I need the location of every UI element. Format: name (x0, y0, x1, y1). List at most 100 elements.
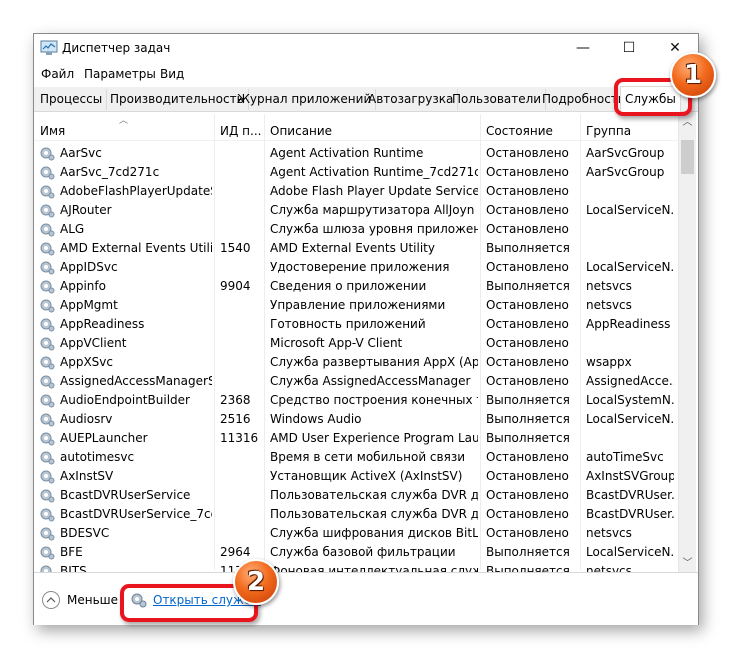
cell-group: netsvcs (586, 279, 632, 293)
maximize-icon: ☐ (622, 40, 636, 56)
cell-group: netsvcs (586, 298, 632, 312)
cell-group: LocalServiceN... (586, 260, 674, 274)
cell-group: autoTimeSvc (586, 450, 664, 464)
cell-name: BFE (60, 545, 83, 559)
tab-processes[interactable]: Процессы (36, 89, 108, 110)
maximize-button[interactable]: ☐ (606, 34, 652, 62)
cell-status: Остановлено (486, 146, 569, 160)
menu-options[interactable]: Параметры (84, 67, 156, 81)
table-row[interactable]: BcastDVRUserService_7cd2... Пользовательс… (34, 505, 678, 524)
cell-description: Служба базовой фильтрации (270, 545, 456, 559)
cell-description: Готовность приложений (270, 317, 426, 331)
cell-name: AxInstSV (60, 469, 114, 483)
table-row[interactable]: AarSvc_7cd271c Agent Activation Runtime_7… (34, 163, 678, 182)
table-row[interactable]: AxInstSV Установщик ActiveX (AxInstSV) Ост… (34, 467, 678, 486)
close-icon: ✕ (669, 40, 681, 56)
table-row[interactable]: AppVClient Microsoft App-V Client Остановл… (34, 334, 678, 353)
service-gear-icon (40, 337, 55, 351)
cell-status: Остановлено (486, 260, 569, 274)
cell-description: Пользовательская служба DVR для... (270, 488, 478, 502)
vertical-scrollbar[interactable]: ︿ ﹀ (678, 112, 696, 572)
column-header-group[interactable]: Группа (586, 124, 631, 138)
cell-description: AMD User Experience Program Laun... (270, 431, 478, 445)
service-gear-icon (40, 546, 55, 560)
service-gear-icon (40, 451, 55, 465)
cell-status: Остановлено (486, 222, 569, 236)
column-header-pid[interactable]: ИД п... (220, 124, 261, 138)
table-row[interactable]: AMD External Events Utility 1540 AMD Exter… (34, 239, 678, 258)
cell-group: AppReadiness (586, 317, 671, 331)
service-gear-icon (40, 147, 55, 161)
table-row[interactable]: AJRouter Служба маршрутизатора AllJoyn Ост… (34, 201, 678, 220)
cell-name: Audiosrv (60, 412, 113, 426)
service-gear-icon (40, 394, 55, 408)
table-row[interactable]: AudioEndpointBuilder 2368 Средство построе… (34, 391, 678, 410)
cell-description: Служба развертывания AppX (App... (270, 355, 478, 369)
cell-status: Остановлено (486, 317, 569, 331)
service-gear-icon (40, 166, 55, 180)
table-row[interactable]: AUEPLauncher 11316 AMD User Experience Pro… (34, 429, 678, 448)
title-bar[interactable]: Диспетчер задач — ☐ ✕ (34, 34, 698, 62)
scroll-up-icon[interactable]: ︿ (679, 114, 696, 131)
cell-description: Удостоверение приложения (270, 260, 450, 274)
collapse-button[interactable] (42, 591, 60, 609)
cell-description: Adobe Flash Player Update Service (270, 184, 478, 198)
service-gear-icon (40, 223, 55, 237)
cell-status: Остановлено (486, 507, 569, 521)
cell-group: LocalServiceN... (586, 203, 674, 217)
table-row[interactable]: AppIDSvc Удостоверение приложения Остановл… (34, 258, 678, 277)
table-row[interactable]: autotimesvc Время в сети мобильной связи О… (34, 448, 678, 467)
column-header-status[interactable]: Состояние (486, 124, 553, 138)
table-row[interactable]: AssignedAccessManagerSvc Служба AssignedA… (34, 372, 678, 391)
scrollbar-thumb[interactable] (681, 140, 694, 174)
column-header-description[interactable]: Описание (270, 124, 332, 138)
service-gear-icon (40, 242, 55, 256)
services-table: ︿ Имя ИД п... Описание Состояние Группа … (34, 112, 698, 572)
task-manager-window: Диспетчер задач — ☐ ✕ Файл Параметры Вид… (33, 33, 699, 625)
minimize-button[interactable]: — (560, 34, 606, 62)
cell-group: AarSvcGroup (586, 146, 665, 160)
cell-name: AUEPLauncher (60, 431, 148, 445)
table-row[interactable]: AppReadiness Готовность приложений Останов… (34, 315, 678, 334)
cell-group: wsappx (586, 355, 632, 369)
table-row[interactable]: Audiosrv 2516 Windows Audio Выполняется Loca… (34, 410, 678, 429)
table-row[interactable]: BFE 2964 Служба базовой фильтрации Выполняе… (34, 543, 678, 562)
cell-description: Agent Activation Runtime (270, 146, 424, 160)
table-row[interactable]: Appinfo 9904 Сведения о приложении Выполняе… (34, 277, 678, 296)
cell-name: BcastDVRUserService (60, 488, 191, 502)
table-row[interactable]: AppXSvc Служба развертывания AppX (App...… (34, 353, 678, 372)
table-row[interactable]: BDESVC Служба шифрования дисков BitLo... О… (34, 524, 678, 543)
service-gear-icon (40, 204, 55, 218)
cell-group: BcastDVRUser... (586, 488, 674, 502)
service-gear-icon (40, 508, 55, 522)
cell-description: AMD External Events Utility (270, 241, 435, 255)
scroll-down-icon[interactable]: ﹀ (679, 555, 696, 572)
menu-view[interactable]: Вид (160, 67, 184, 81)
service-gear-icon (40, 413, 55, 427)
tab-app-history[interactable]: Журнал приложений (233, 89, 377, 110)
task-manager-icon (40, 40, 58, 55)
cell-description: Пользовательская служба DVR для... (270, 507, 478, 521)
table-row[interactable]: ALG Служба шлюза уровня приложения Останов… (34, 220, 678, 239)
cell-name: autotimesvc (60, 450, 135, 464)
menu-file[interactable]: Файл (41, 67, 74, 81)
table-row[interactable]: BITS117Фоновая интеллектуальная служб...… (34, 562, 678, 572)
tab-users[interactable]: Пользователи (448, 89, 547, 110)
tab-performance[interactable]: Производительность (106, 89, 249, 110)
cell-status: Остановлено (486, 450, 569, 464)
table-row[interactable]: AdobeFlashPlayerUpdateSvc Adobe Flash Pla… (34, 182, 678, 201)
cell-description: Microsoft App-V Client (270, 336, 403, 350)
table-row[interactable]: BcastDVRUserService Пользовательская служ… (34, 486, 678, 505)
less-details-label[interactable]: Меньше (67, 593, 118, 607)
cell-status: Выполняется (486, 393, 570, 407)
table-row[interactable]: AppMgmt Управление приложениями Остановлен… (34, 296, 678, 315)
cell-group: netsvcs (586, 564, 632, 572)
tab-startup[interactable]: Автозагрузка (364, 89, 459, 110)
cell-description: Сведения о приложении (270, 279, 427, 293)
cell-status: Выполняется (486, 412, 570, 426)
cell-name: AdobeFlashPlayerUpdateSvc (60, 184, 212, 198)
cell-pid: 1540 (220, 241, 251, 255)
service-gear-icon (40, 280, 55, 294)
table-row[interactable]: AarSvc Agent Activation Runtime Остановлен… (34, 144, 678, 163)
column-header-name[interactable]: Имя (40, 124, 65, 138)
